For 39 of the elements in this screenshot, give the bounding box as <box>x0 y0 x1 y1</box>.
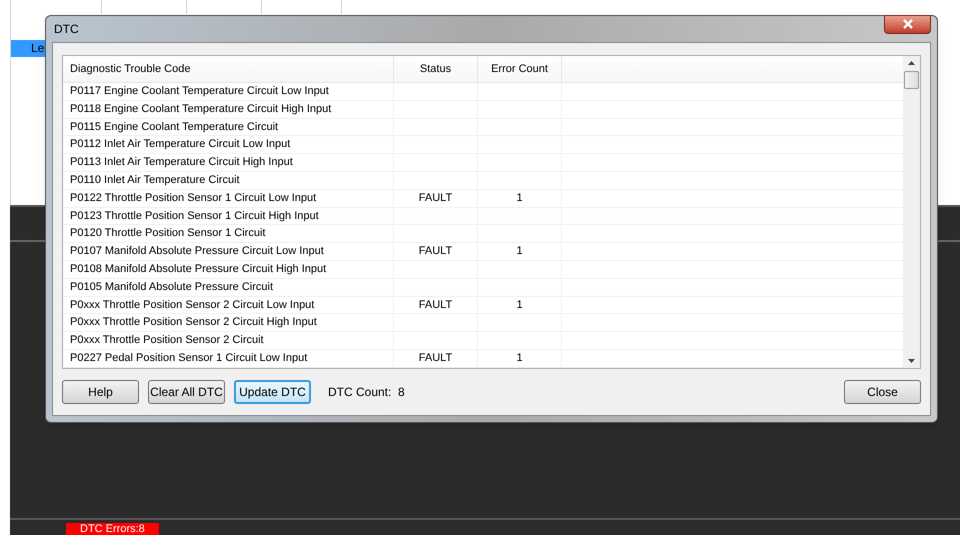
table-cell: P0117 Engine Coolant Temperature Circuit Low Input <box>70 85 329 97</box>
table-cell: P0122 Throttle Position Sensor 1 Circuit Low Input <box>70 192 316 204</box>
table-cell: FAULT <box>418 192 452 204</box>
table-cell: P0115 Engine Coolant Temperature Circuit <box>70 120 278 133</box>
table-cell: P0xxx Throttle Position Sensor 2 Circuit <box>70 334 264 346</box>
table-cell: P0120 Throttle Position Sensor 1 Circuit <box>70 227 266 240</box>
dialog-button[interactable]: Clear All DTC <box>148 380 225 404</box>
column-header[interactable]: Error Count <box>478 56 562 82</box>
close-icon[interactable] <box>884 14 931 34</box>
status-badge: DTC Errors:8 <box>66 523 159 535</box>
scroll-thumb[interactable] <box>904 71 919 89</box>
table-cell: 1 <box>516 352 523 364</box>
dtc-count-label: DTC Count: 8 <box>328 384 405 401</box>
scroll-down-icon[interactable] <box>908 359 915 363</box>
table-cell: P0118 Engine Coolant Temperature Circuit High Input <box>70 102 332 115</box>
table-cell: FAULT <box>418 352 452 364</box>
table-cell: P0110 Inlet Air Temperature Circuit <box>70 174 240 186</box>
table-cell: 1 <box>516 245 523 258</box>
column-header[interactable]: Diagnostic Trouble Code <box>63 56 394 82</box>
scrollbar[interactable] <box>903 56 920 368</box>
scroll-up-icon[interactable] <box>908 61 915 65</box>
column-header[interactable]: Status <box>394 56 478 82</box>
table-cell: P0xxx Throttle Position Sensor 2 Circuit High Input <box>70 316 317 328</box>
table-cell: FAULT <box>418 298 452 311</box>
table-cell: P0107 Manifold Absolute Pressure Circuit Low Input <box>70 245 324 258</box>
table-cell: P0123 Throttle Position Sensor 1 Circuit High Input <box>70 210 319 222</box>
table-cell: P0112 Inlet Air Temperature Circuit Low Input <box>70 138 290 150</box>
table-cell: 1 <box>516 298 523 311</box>
table-cell: P0xxx Throttle Position Sensor 2 Circuit Low Input <box>70 298 314 311</box>
table-cell: P0113 Inlet Air Temperature Circuit High Input <box>70 156 293 168</box>
table-cell: FAULT <box>418 245 452 258</box>
dialog-button[interactable]: Update DTC <box>234 380 311 404</box>
table-cell: P0105 Manifold Absolute Pressure Circuit <box>70 280 273 293</box>
dialog-button[interactable]: Help <box>62 380 139 404</box>
close-button[interactable]: Close <box>844 380 921 404</box>
window-title: DTC <box>53 21 79 38</box>
table-cell: 1 <box>516 192 523 204</box>
table-cell: P0108 Manifold Absolute Pressure Circuit High Input <box>70 262 326 275</box>
table-cell: P0227 Pedal Position Sensor 1 Circuit Low Input <box>70 352 308 364</box>
